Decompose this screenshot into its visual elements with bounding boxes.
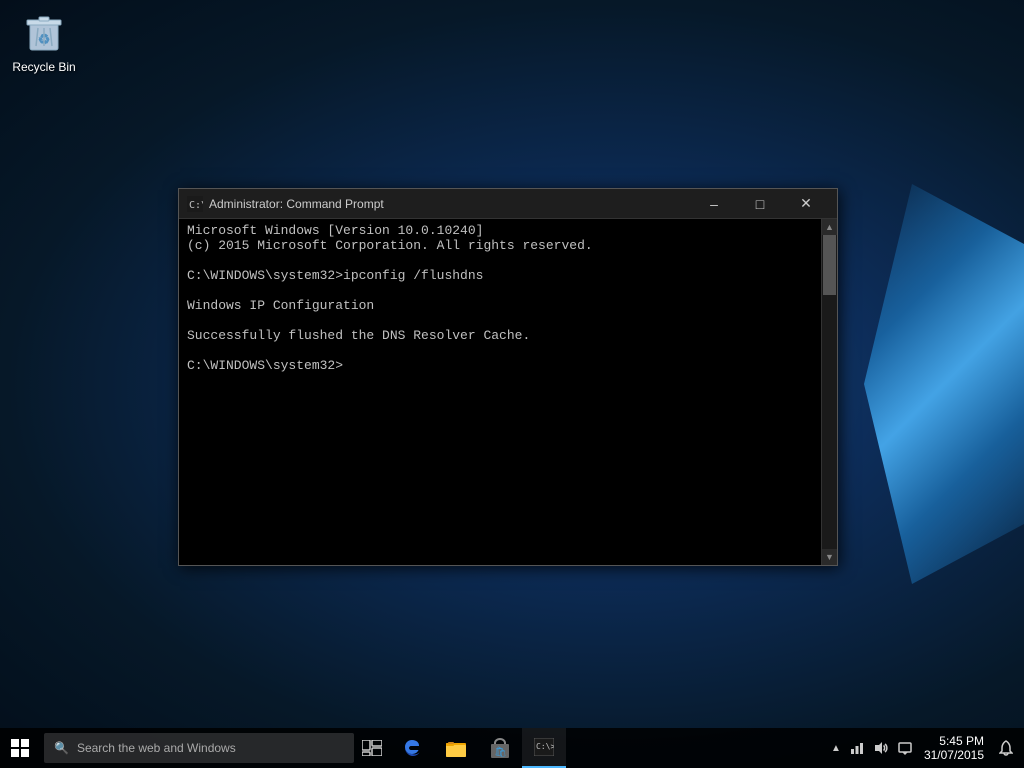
search-placeholder-text: Search the web and Windows — [77, 741, 236, 755]
cmd-window-controls: – □ ✕ — [691, 189, 829, 219]
scrollbar-thumb[interactable] — [823, 235, 836, 295]
search-icon: 🔍 — [54, 741, 69, 755]
svg-text:🛍: 🛍 — [494, 746, 507, 758]
search-bar[interactable]: 🔍 Search the web and Windows — [44, 733, 354, 763]
recycle-bin-label: Recycle Bin — [12, 60, 75, 74]
task-view-button[interactable] — [354, 728, 390, 768]
close-button[interactable]: ✕ — [783, 189, 829, 219]
start-button[interactable] — [0, 728, 40, 768]
cmd-body[interactable]: Microsoft Windows [Version 10.0.10240] (… — [179, 219, 837, 565]
recycle-bin-icon[interactable]: ♻ Recycle Bin — [8, 8, 80, 74]
taskbar-file-explorer-button[interactable] — [434, 728, 478, 768]
recycle-bin-graphic: ♻ — [20, 8, 68, 56]
tray-icons — [846, 728, 916, 768]
cmd-window-icon: C:\ — [187, 196, 203, 212]
taskbar: 🔍 Search the web and Windows — [0, 728, 1024, 768]
taskbar-edge-button[interactable] — [390, 728, 434, 768]
minimize-button[interactable]: – — [691, 189, 737, 219]
tray-message-icon[interactable] — [894, 728, 916, 768]
cmd-output: Microsoft Windows [Version 10.0.10240] (… — [179, 219, 821, 565]
notification-button[interactable] — [992, 728, 1020, 768]
system-tray: ▲ — [826, 728, 1024, 768]
maximize-button[interactable]: □ — [737, 189, 783, 219]
scrollbar-track[interactable] — [822, 235, 837, 549]
clock-date: 31/07/2015 — [924, 748, 984, 762]
taskbar-store-button[interactable]: 🛍 — [478, 728, 522, 768]
cmd-title-text: Administrator: Command Prompt — [209, 197, 691, 211]
cmd-window: C:\ Administrator: Command Prompt – □ ✕ … — [178, 188, 838, 566]
tray-overflow-button[interactable]: ▲ — [826, 728, 846, 768]
taskbar-cmd-button[interactable]: C:\>_ — [522, 728, 566, 768]
svg-text:C:\: C:\ — [189, 200, 203, 211]
cmd-scrollbar[interactable]: ▲ ▼ — [821, 219, 837, 565]
tray-volume-icon[interactable] — [870, 728, 892, 768]
scrollbar-up-button[interactable]: ▲ — [822, 219, 838, 235]
desktop: ♻ Recycle Bin C:\ Administrator: Command… — [0, 0, 1024, 768]
desktop-background-glow — [864, 184, 1024, 584]
system-clock[interactable]: 5:45 PM 31/07/2015 — [916, 728, 992, 768]
clock-time: 5:45 PM — [939, 734, 984, 748]
cmd-titlebar: C:\ Administrator: Command Prompt – □ ✕ — [179, 189, 837, 219]
scrollbar-down-button[interactable]: ▼ — [822, 549, 838, 565]
svg-text:C:\>_: C:\>_ — [536, 742, 554, 751]
tray-network-icon[interactable] — [846, 728, 868, 768]
